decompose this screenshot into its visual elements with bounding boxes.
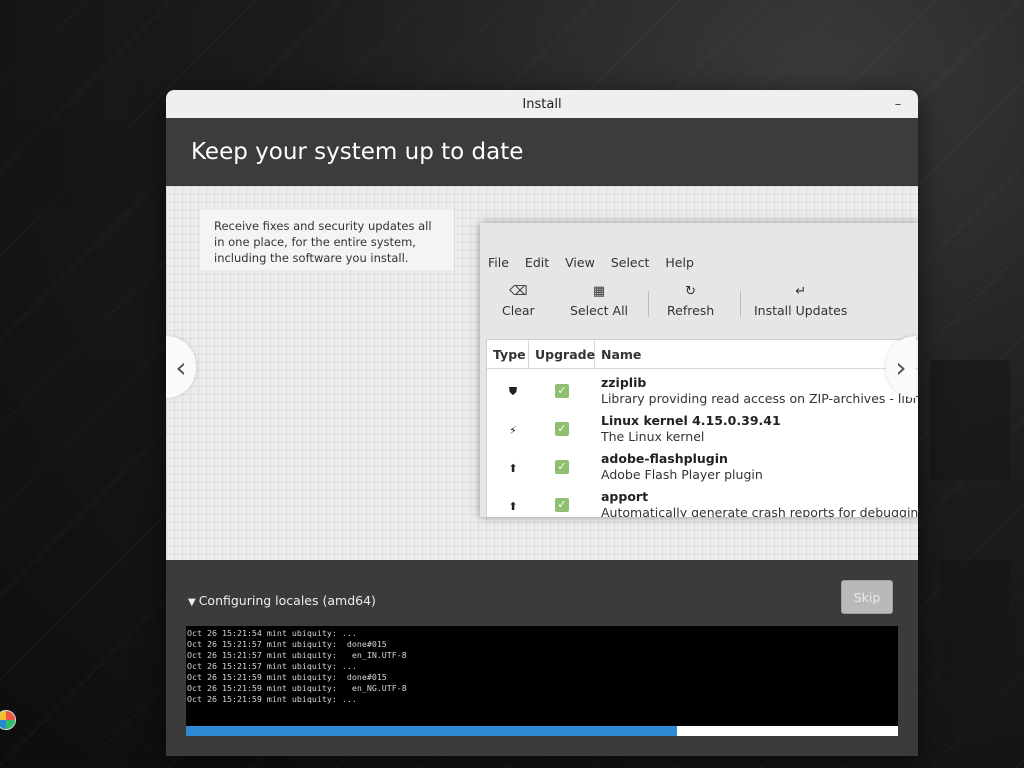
column-upgrade: Upgrade bbox=[529, 340, 595, 368]
toolbar-separator bbox=[740, 291, 741, 317]
list-header: Type Upgrade Name bbox=[487, 340, 918, 369]
app-menubar: File Edit View Select Help bbox=[488, 255, 710, 270]
clear-button: ⌫ Clear bbox=[502, 283, 535, 318]
shield-icon: ⛊ bbox=[508, 385, 518, 398]
install-icon: ↵ bbox=[795, 284, 807, 299]
package-description: Automatically generate crash reports for… bbox=[601, 505, 918, 517]
status-expander[interactable]: ▼ Configuring locales (amd64) bbox=[188, 593, 376, 608]
clear-label: Clear bbox=[502, 303, 535, 318]
list-item: ⚡ ✓ Linux kernel 4.15.0.39.41 The Linux … bbox=[487, 413, 918, 451]
update-manager-screenshot: File Edit View Select Help ⌫ Clear ▦ Sel… bbox=[480, 223, 918, 517]
window-title: Install bbox=[522, 96, 562, 112]
log-line: Oct 26 15:21:59 mint ubiquity: en_NG.UTF… bbox=[187, 683, 407, 693]
menu-help: Help bbox=[665, 255, 694, 270]
column-type: Type bbox=[487, 340, 529, 368]
upgrade-checkbox: ✓ bbox=[555, 422, 569, 436]
package-name: Linux kernel 4.15.0.39.41 bbox=[601, 413, 781, 428]
refresh-label: Refresh bbox=[667, 303, 715, 318]
log-line: Oct 26 15:21:57 mint ubiquity: ... bbox=[187, 661, 357, 671]
list-item: ⬆ ✓ apport Automatically generate crash … bbox=[487, 489, 918, 517]
log-line: Oct 26 15:21:57 mint ubiquity: done#015 bbox=[187, 639, 387, 649]
upgrade-checkbox: ✓ bbox=[555, 460, 569, 474]
list-item: ⬆ ✓ adobe-flashplugin Adobe Flash Player… bbox=[487, 451, 918, 489]
menu-select: Select bbox=[610, 255, 650, 270]
backspace-icon: ⌫ bbox=[509, 284, 528, 299]
window-titlebar[interactable]: Install – bbox=[166, 90, 918, 118]
refresh-icon: ↻ bbox=[685, 284, 697, 299]
package-name: zziplib bbox=[601, 375, 647, 390]
upgrade-checkbox: ✓ bbox=[555, 384, 569, 398]
progress-panel: ▼ Configuring locales (amd64) Skip Oct 26… bbox=[166, 560, 918, 756]
refresh-button: ↻ Refresh bbox=[667, 283, 714, 318]
install-updates-button: ↵ Install Updates bbox=[754, 283, 847, 318]
slideshow: Receive fixes and security updates all i… bbox=[166, 186, 918, 560]
desktop-app-icon[interactable] bbox=[0, 710, 16, 730]
menu-edit: Edit bbox=[524, 255, 550, 270]
log-line: Oct 26 15:21:54 mint ubiquity: ... bbox=[187, 628, 357, 638]
desktop-background-tile bbox=[930, 360, 1010, 480]
list-item: ⛊ ✓ zziplib Library providing read acces… bbox=[487, 375, 918, 413]
progress-bar-fill bbox=[186, 726, 678, 736]
installer-window: Install – Keep your system up to date Re… bbox=[166, 90, 918, 756]
kernel-bolt-icon: ⚡ bbox=[509, 423, 517, 437]
package-name: apport bbox=[601, 489, 649, 504]
desktop-background-tile bbox=[40, 360, 130, 470]
log-line: Oct 26 15:21:59 mint ubiquity: ... bbox=[187, 694, 357, 704]
menu-view: View bbox=[565, 255, 595, 270]
updates-list: Type Upgrade Name ⛊ ✓ zziplib Library pr… bbox=[486, 339, 918, 517]
column-name: Name bbox=[601, 346, 642, 362]
select-all-icon: ▦ bbox=[592, 284, 606, 299]
log-line: Oct 26 15:21:57 mint ubiquity: en_IN.UTF… bbox=[187, 650, 407, 660]
package-description: Library providing read access on ZIP-arc… bbox=[601, 391, 918, 406]
select-all-label: Select All bbox=[570, 303, 629, 318]
progress-bar bbox=[186, 726, 898, 736]
desktop-background-tile bbox=[940, 560, 1010, 680]
minimize-button[interactable]: – bbox=[888, 94, 908, 114]
upgrade-arrow-icon: ⬆ bbox=[508, 461, 518, 475]
install-updates-label: Install Updates bbox=[754, 303, 848, 318]
package-name: adobe-flashplugin bbox=[601, 451, 728, 466]
status-text: Configuring locales (amd64) bbox=[198, 593, 376, 608]
select-all-button: ▦ Select All bbox=[570, 283, 628, 318]
upgrade-checkbox: ✓ bbox=[555, 498, 569, 512]
app-toolbar: ⌫ Clear ▦ Select All ↻ Refresh ↵ Install… bbox=[480, 283, 918, 327]
package-description: Adobe Flash Player plugin bbox=[601, 467, 763, 482]
expander-triangle-icon: ▼ bbox=[188, 597, 196, 608]
page-title: Keep your system up to date bbox=[191, 139, 524, 165]
page-header: Keep your system up to date bbox=[166, 118, 918, 186]
desktop-background-tile bbox=[20, 120, 130, 210]
skip-button[interactable]: Skip bbox=[841, 580, 893, 614]
toolbar-separator bbox=[648, 291, 649, 317]
install-log[interactable]: Oct 26 15:21:54 mint ubiquity: ... Oct 2… bbox=[186, 626, 898, 726]
upgrade-arrow-icon: ⬆ bbox=[508, 499, 518, 513]
previous-slide-button[interactable]: ‹ bbox=[166, 336, 196, 398]
log-line: Oct 26 15:21:59 mint ubiquity: done#015 bbox=[187, 672, 387, 682]
package-description: The Linux kernel bbox=[601, 429, 705, 444]
slide-description: Receive fixes and security updates all i… bbox=[200, 210, 454, 270]
menu-file: File bbox=[488, 255, 509, 270]
